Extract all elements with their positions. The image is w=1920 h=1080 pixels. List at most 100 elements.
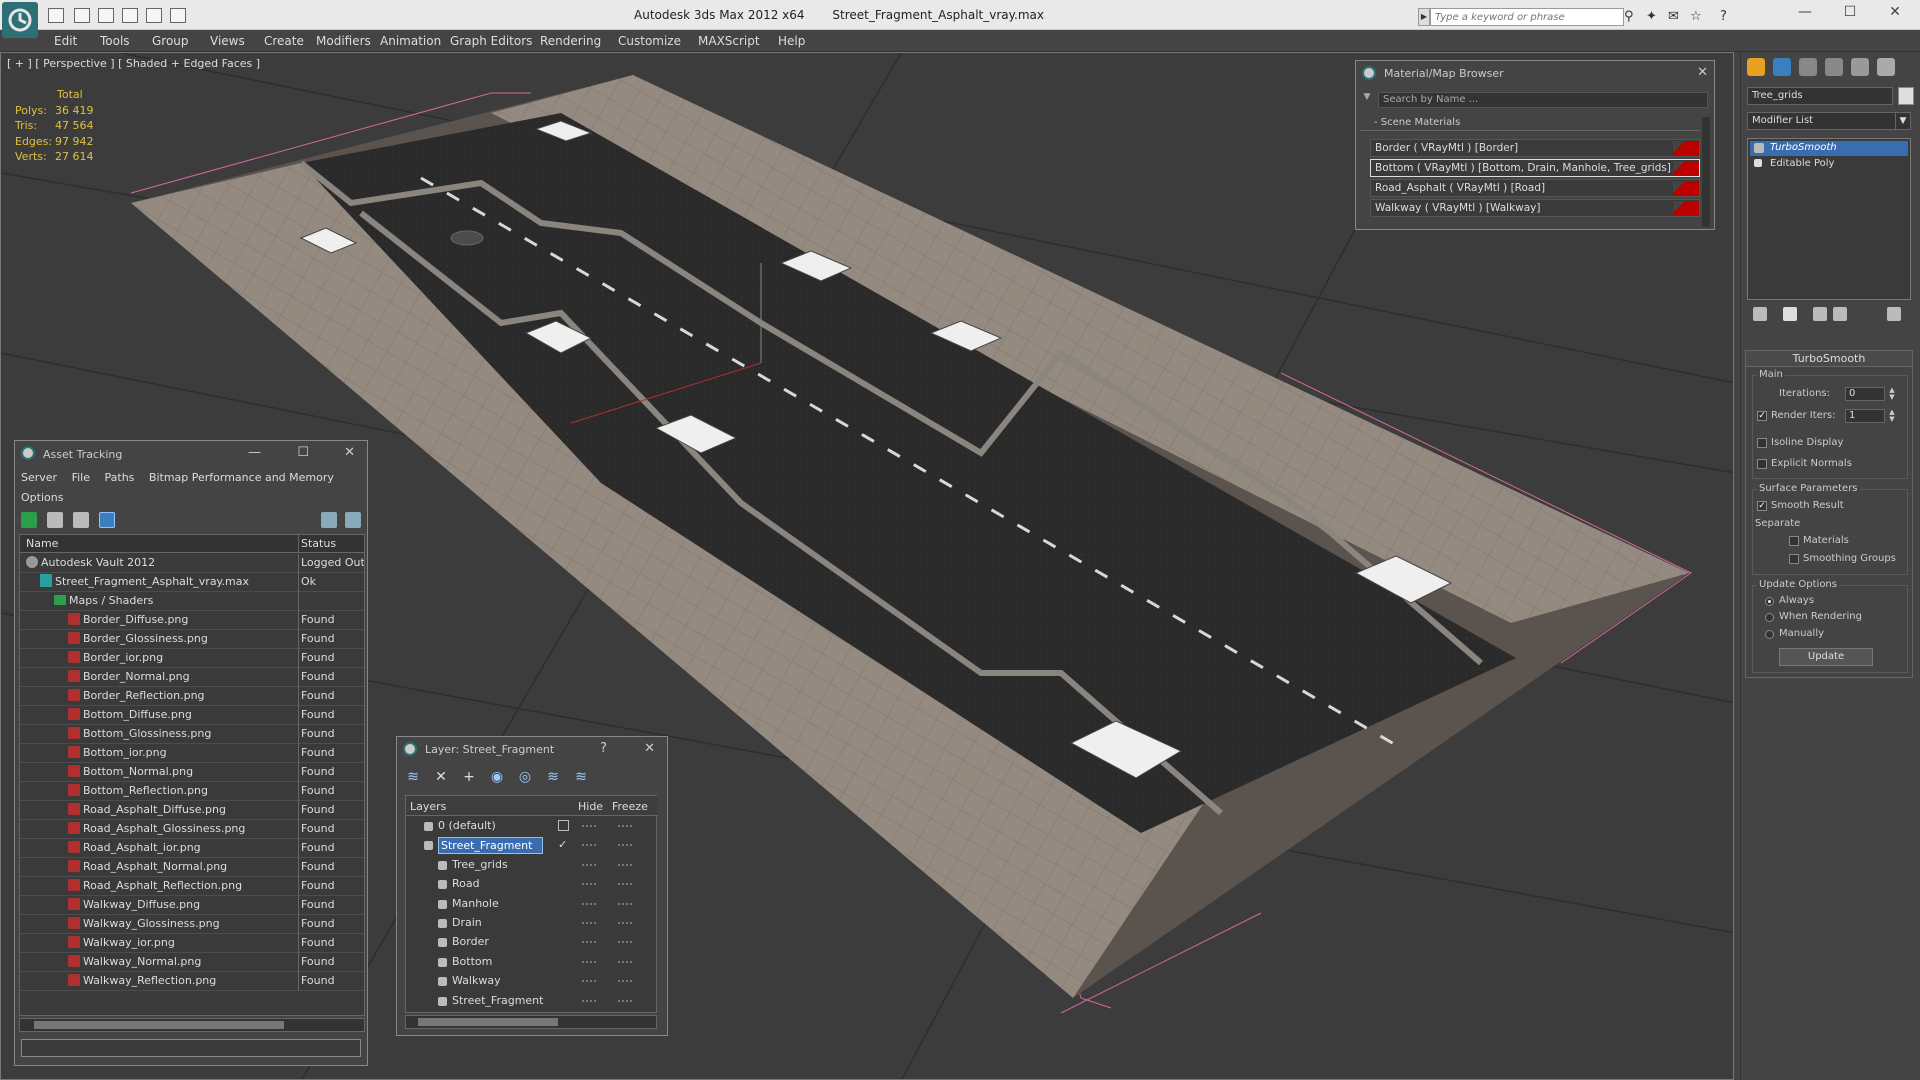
smooth-result-checkbox[interactable]: ✓ — [1757, 501, 1767, 511]
render-iters-spinner[interactable]: 1 — [1845, 409, 1885, 423]
column-hide-header[interactable]: Hide — [578, 800, 603, 813]
table-row[interactable]: Road_Asphalt_Glossiness.png Found — [20, 820, 364, 839]
table-row[interactable]: Maps / Shaders — [20, 592, 364, 611]
menu-animation[interactable]: Animation — [380, 34, 441, 48]
make-current-box[interactable] — [558, 820, 569, 831]
spinner-arrows-icon[interactable]: ▲ ▼ — [1887, 409, 1897, 423]
table-row[interactable]: Walkway_ior.png Found — [20, 934, 364, 953]
table-row[interactable]: Bottom_Normal.png Found — [20, 763, 364, 782]
new-layer-icon[interactable]: ≋ — [405, 769, 421, 785]
stack-item-editable-poly[interactable]: Editable Poly — [1750, 157, 1908, 172]
hide-toggle[interactable] — [582, 960, 596, 963]
pin-stack-icon[interactable] — [1753, 307, 1767, 321]
hide-toggle[interactable] — [582, 922, 596, 924]
asset-menu-options[interactable]: Options — [21, 491, 63, 504]
column-freeze-header[interactable]: Freeze — [612, 800, 648, 813]
table-row[interactable]: Border_Reflection.png Found — [20, 687, 364, 706]
table-row[interactable]: Border_Diffuse.png Found — [20, 611, 364, 630]
menu-graph-editors[interactable]: Graph Editors — [450, 34, 532, 48]
table-row[interactable]: Walkway_Diffuse.png Found — [20, 896, 364, 915]
lightbulb-icon[interactable] — [1754, 143, 1764, 153]
scene-materials-header[interactable]: - Scene Materials — [1360, 117, 1700, 131]
menu-rendering[interactable]: Rendering — [540, 34, 601, 48]
show-end-result-icon[interactable] — [1783, 307, 1797, 321]
material-search-input[interactable]: Search by Name ... — [1378, 92, 1708, 108]
undo-icon[interactable] — [98, 8, 114, 23]
viewport-label[interactable]: [ + ] [ Perspective ] [ Shaded + Edged F… — [7, 57, 260, 70]
table-row[interactable]: Walkway_Normal.png Found — [20, 953, 364, 972]
object-name-field[interactable]: Tree_grids — [1747, 87, 1893, 105]
layer-name[interactable]: Manhole — [452, 895, 499, 913]
hold-icon[interactable] — [146, 8, 162, 23]
help-icon[interactable] — [321, 512, 337, 528]
layer-name[interactable]: Tree_grids — [452, 856, 508, 874]
menu-modifiers[interactable]: Modifiers — [316, 34, 371, 48]
redo-icon[interactable] — [122, 8, 138, 23]
menu-group[interactable]: Group — [152, 34, 189, 48]
menu-create[interactable]: Create — [264, 34, 304, 48]
asset-menu-server[interactable]: Server — [21, 471, 57, 484]
menu-edit[interactable]: Edit — [54, 34, 77, 48]
freeze-all-icon[interactable]: ≋ — [573, 769, 589, 785]
object-color-swatch[interactable] — [1898, 87, 1914, 105]
hide-toggle[interactable] — [582, 902, 596, 905]
table-row[interactable]: Bottom_Glossiness.png Found — [20, 725, 364, 744]
table-row[interactable]: Border_Normal.png Found — [20, 668, 364, 687]
menu-maxscript[interactable]: MAXScript — [698, 34, 760, 48]
horizontal-scrollbar[interactable] — [405, 1015, 657, 1029]
hide-toggle[interactable] — [582, 825, 596, 827]
help-icon[interactable]: ? — [1720, 9, 1727, 24]
scrollbar-thumb[interactable] — [34, 1021, 284, 1029]
stack-item-turbosmooth[interactable]: TurboSmooth — [1750, 141, 1908, 156]
close-icon[interactable]: ✕ — [644, 741, 655, 756]
table-row[interactable]: Bottom_Diffuse.png Found — [20, 706, 364, 725]
table-row[interactable]: Border_ior.png Found — [20, 649, 364, 668]
material-item[interactable]: Road_Asphalt ( VRayMtl ) [Road] — [1370, 179, 1700, 197]
explicit-normals-checkbox[interactable] — [1757, 459, 1767, 469]
freeze-toggle[interactable] — [618, 883, 632, 886]
menu-customize[interactable]: Customize — [618, 34, 681, 48]
freeze-toggle[interactable] — [618, 902, 632, 905]
utilities-tab-icon[interactable] — [1877, 58, 1895, 76]
table-row[interactable]: Road_Asphalt_Reflection.png Found — [20, 877, 364, 896]
when-rendering-radio[interactable] — [1765, 613, 1774, 622]
smoothing-groups-checkbox[interactable] — [1789, 554, 1799, 564]
expand-icon[interactable] — [1754, 159, 1762, 167]
menu-help[interactable]: Help — [778, 34, 805, 48]
save-file-icon[interactable] — [74, 8, 90, 23]
asset-menu-paths[interactable]: Paths — [105, 471, 135, 484]
table-row[interactable]: Border_Glossiness.png Found — [20, 630, 364, 649]
remove-modifier-icon[interactable] — [1833, 307, 1847, 321]
hide-toggle[interactable] — [582, 844, 596, 847]
search-options-icon[interactable]: ▼ — [1360, 92, 1374, 108]
maximize-icon[interactable]: ☐ — [1830, 4, 1870, 24]
close-icon[interactable]: ✕ — [1697, 65, 1708, 80]
table-view-icon[interactable] — [73, 512, 89, 528]
iterations-spinner[interactable]: 0 — [1845, 387, 1885, 401]
current-layer-check-icon[interactable]: ✓ — [558, 839, 569, 850]
open-file-icon[interactable] — [48, 8, 64, 23]
column-name-header[interactable]: Name — [26, 537, 58, 550]
make-unique-icon[interactable] — [1813, 307, 1827, 321]
motion-tab-icon[interactable] — [1825, 58, 1843, 76]
subscription-icon[interactable]: ✦ — [1646, 9, 1657, 24]
rollout-header[interactable]: TurboSmooth — [1746, 351, 1912, 367]
hide-toggle[interactable] — [582, 883, 596, 886]
communication-icon[interactable]: ✉ — [1668, 9, 1679, 24]
delete-layer-icon[interactable]: ✕ — [433, 769, 449, 785]
table-row[interactable]: Road_Asphalt_ior.png Found — [20, 839, 364, 858]
freeze-toggle[interactable] — [618, 844, 632, 847]
table-row[interactable]: Autodesk Vault 2012 Logged Out — [20, 554, 364, 573]
column-layers-header[interactable]: Layers — [410, 800, 446, 813]
grid-view-icon[interactable] — [99, 512, 115, 528]
search-collapse-icon[interactable]: ▶ — [1418, 8, 1430, 26]
chevron-down-icon[interactable]: ▼ — [1895, 112, 1911, 130]
table-row[interactable]: Road_Asphalt_Diffuse.png Found — [20, 801, 364, 820]
layer-row[interactable]: Walkway — [406, 972, 658, 991]
table-row[interactable]: Street_Fragment_Asphalt_vray.max Ok — [20, 573, 364, 592]
hide-all-icon[interactable]: ≋ — [545, 769, 561, 785]
material-item[interactable]: Bottom ( VRayMtl ) [Bottom, Drain, Manho… — [1370, 159, 1700, 177]
horizontal-scrollbar[interactable] — [19, 1018, 365, 1032]
isoline-display-checkbox[interactable] — [1757, 438, 1767, 448]
freeze-toggle[interactable] — [618, 941, 632, 944]
